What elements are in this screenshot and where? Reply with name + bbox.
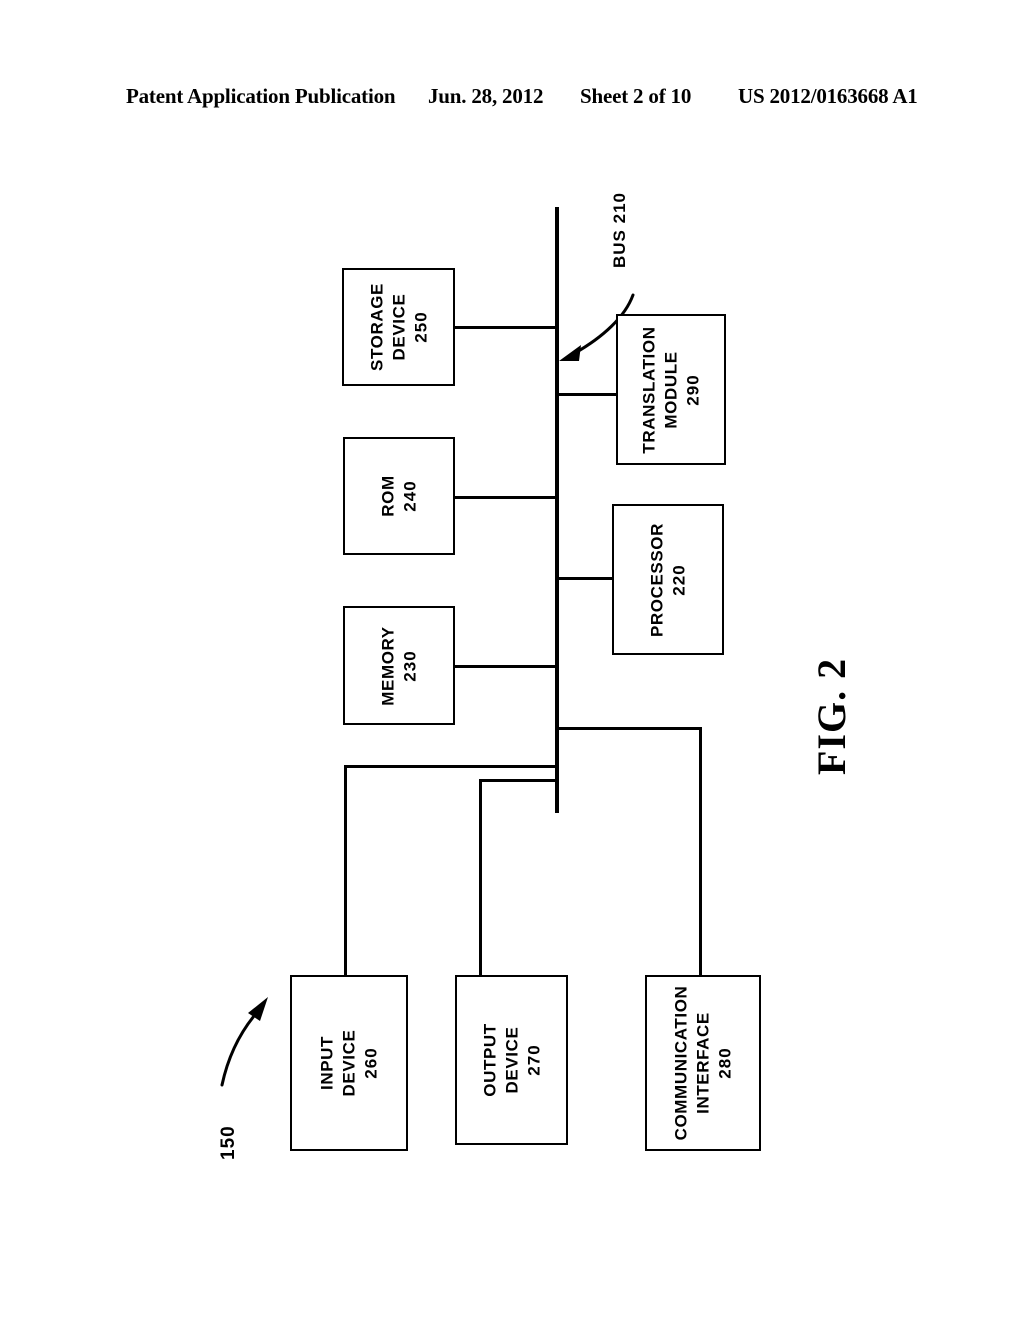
- connector-output-horizontal: [479, 779, 558, 782]
- block-input-device: INPUT DEVICE 260: [290, 975, 408, 1151]
- system-reference-label: 150: [218, 1125, 239, 1160]
- input-device-number: 260: [360, 1047, 380, 1079]
- output-device-line2: DEVICE: [501, 1026, 521, 1094]
- block-output-device: OUTPUT DEVICE 270: [455, 975, 568, 1145]
- connector-input-horizontal: [344, 765, 558, 768]
- bus-label: BUS 210: [610, 192, 629, 268]
- storage-device-line2: DEVICE: [388, 293, 408, 361]
- connector-comm-horizontal: [556, 727, 702, 730]
- communication-interface-line1: COMMUNICATION: [671, 985, 691, 1141]
- block-label-communication-interface: COMMUNICATION INTERFACE 280: [670, 986, 735, 1141]
- connector-rom-to-bus: [455, 496, 556, 499]
- translation-module-line1: TRANSLATION: [639, 325, 659, 454]
- block-processor: PROCESSOR 220: [612, 504, 724, 655]
- connector-memory-to-bus: [455, 665, 556, 668]
- block-label-output-device: OUTPUT DEVICE 270: [479, 1023, 544, 1096]
- block-storage-device: STORAGE DEVICE 250: [342, 268, 455, 386]
- input-device-line2: DEVICE: [339, 1029, 359, 1097]
- block-rom: ROM 240: [343, 437, 455, 555]
- block-translation-module: TRANSLATION MODULE 290: [616, 314, 726, 465]
- figure-diagram: BUS 210 STORAGE DEVICE 250 ROM 240 MEMOR…: [0, 0, 1024, 1320]
- block-communication-interface: COMMUNICATION INTERFACE 280: [645, 975, 761, 1151]
- system-reference-arrow: [220, 997, 268, 1087]
- block-memory: MEMORY 230: [343, 606, 455, 725]
- block-label-translation-module: TRANSLATION MODULE 290: [638, 326, 703, 453]
- memory-line1: MEMORY: [378, 625, 398, 706]
- block-label-memory: MEMORY 230: [377, 626, 421, 705]
- figure-number-label: FIG. 2: [809, 657, 854, 775]
- connector-input-vertical: [344, 765, 347, 976]
- connector-output-vertical: [479, 779, 482, 976]
- connector-comm-vertical: [699, 727, 702, 976]
- communication-interface-line2: INTERFACE: [693, 1012, 713, 1114]
- connector-processor-to-bus: [556, 577, 614, 580]
- processor-number: 220: [669, 563, 688, 596]
- rom-line1: ROM: [378, 475, 398, 517]
- block-label-input-device: INPUT DEVICE 260: [316, 1030, 381, 1097]
- connector-storage-device-to-bus: [455, 326, 556, 329]
- processor-line1: PROCESSOR: [647, 522, 667, 637]
- block-label-rom: ROM 240: [377, 475, 421, 516]
- block-label-processor: PROCESSOR 220: [646, 522, 690, 636]
- communication-interface-number: 280: [714, 1047, 734, 1079]
- block-label-storage-device: STORAGE DEVICE 250: [366, 283, 431, 371]
- patent-figure-page: Patent Application Publication Jun. 28, …: [0, 0, 1024, 1320]
- storage-device-number: 250: [410, 311, 430, 343]
- connector-translation-module-to-bus: [556, 393, 618, 396]
- storage-device-line1: STORAGE: [366, 283, 386, 371]
- output-device-line1: OUTPUT: [479, 1023, 499, 1097]
- memory-number: 230: [400, 649, 419, 682]
- translation-module-line2: MODULE: [661, 350, 681, 429]
- input-device-line1: INPUT: [317, 1036, 337, 1090]
- output-device-number: 270: [523, 1044, 543, 1076]
- rom-number: 240: [400, 480, 419, 512]
- translation-module-number: 290: [682, 373, 702, 406]
